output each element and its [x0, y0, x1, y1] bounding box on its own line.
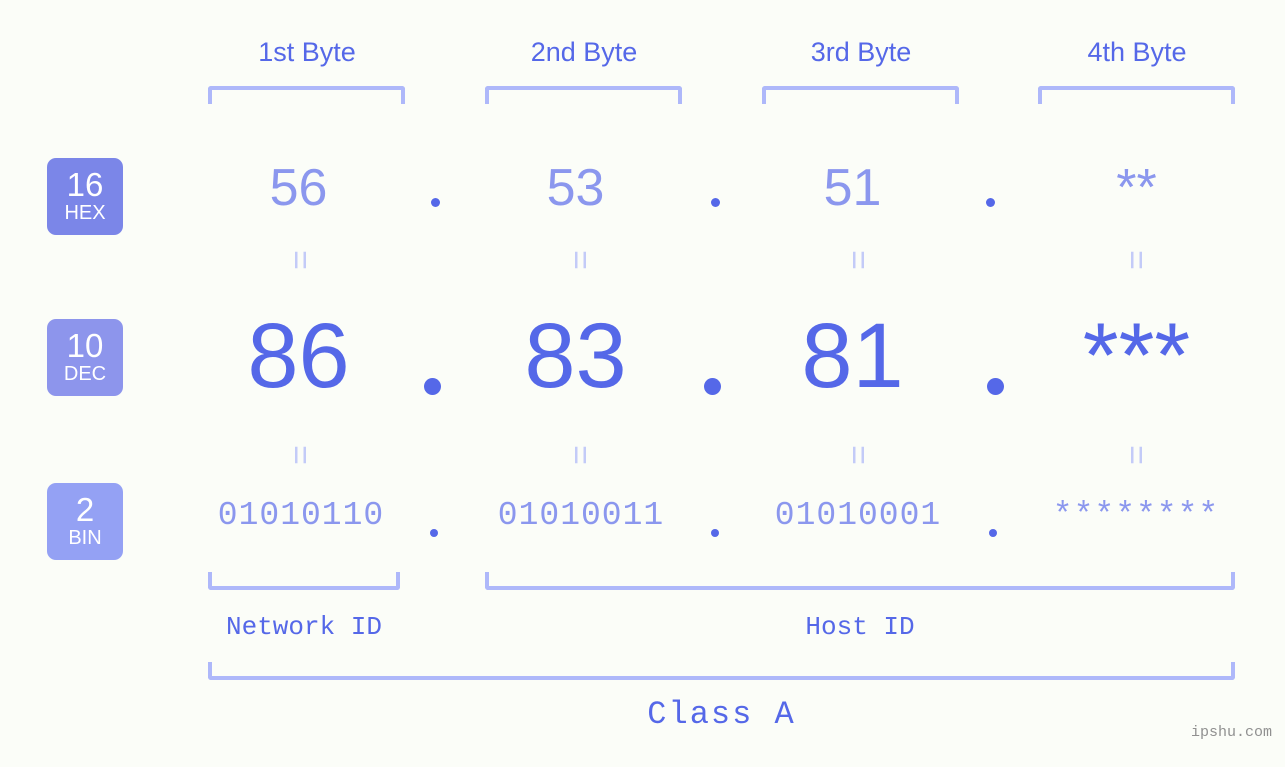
site-watermark: ipshu.com	[1190, 724, 1272, 741]
bin-byte-3: 01010001	[774, 497, 942, 534]
equals-mark-dec-bin-2: =	[560, 445, 599, 465]
byte-bracket-top-3	[762, 86, 959, 104]
base-badge-hex-number: 16	[66, 165, 104, 203]
base-badge-bin: 2 BIN	[47, 483, 123, 560]
equals-mark-hex-dec-1: =	[280, 250, 319, 270]
byte-bracket-top-4	[1038, 86, 1235, 104]
dec-separator-1	[424, 378, 441, 395]
equals-mark-hex-dec-3: =	[838, 250, 877, 270]
dec-byte-3: 81	[801, 305, 904, 407]
host-id-bracket	[485, 572, 1235, 590]
bin-separator-2	[711, 529, 719, 537]
equals-mark-hex-dec-4: =	[1116, 250, 1155, 270]
dec-byte-2: 83	[524, 305, 627, 407]
bin-separator-3	[989, 529, 997, 537]
hex-separator-3	[986, 198, 995, 207]
dec-byte-1: 86	[247, 305, 350, 407]
hex-byte-3: 51	[823, 159, 882, 217]
base-badge-hex-abbr: HEX	[64, 201, 106, 224]
bin-byte-1: 01010110	[217, 497, 385, 534]
byte-column-label-2: 2nd Byte	[530, 37, 638, 67]
hex-separator-2	[711, 198, 720, 207]
dec-separator-3	[987, 378, 1004, 395]
byte-bracket-top-1	[208, 86, 405, 104]
base-badge-bin-abbr: BIN	[68, 526, 102, 549]
dec-separator-2	[704, 378, 721, 395]
bin-byte-4: ********	[1052, 497, 1220, 534]
base-badge-dec-abbr: DEC	[63, 362, 107, 385]
base-badge-bin-number: 2	[75, 490, 95, 528]
equals-mark-dec-bin-1: =	[280, 445, 319, 465]
hex-byte-2: 53	[546, 159, 605, 217]
base-badge-hex: 16 HEX	[47, 158, 123, 235]
equals-mark-hex-dec-2: =	[560, 250, 599, 270]
equals-mark-dec-bin-4: =	[1116, 445, 1155, 465]
bin-byte-2: 01010011	[497, 497, 665, 534]
hex-separator-1	[431, 198, 440, 207]
class-bracket	[208, 662, 1235, 680]
class-label: Class A	[647, 696, 796, 733]
hex-byte-4: **	[1116, 159, 1157, 217]
hex-byte-1: 56	[269, 159, 328, 217]
ip-breakdown-diagram: 1st Byte 2nd Byte 3rd Byte 4th Byte 16 H…	[0, 0, 1285, 767]
dec-byte-4: ***	[1082, 305, 1191, 407]
byte-column-label-3: 3rd Byte	[810, 37, 912, 67]
equals-mark-dec-bin-3: =	[838, 445, 877, 465]
byte-bracket-top-2	[485, 86, 682, 104]
base-badge-dec: 10 DEC	[47, 319, 123, 396]
bin-separator-1	[430, 529, 438, 537]
network-id-label: Network ID	[225, 612, 383, 642]
network-id-bracket	[208, 572, 400, 590]
byte-column-label-4: 4th Byte	[1087, 37, 1187, 67]
host-id-label: Host ID	[805, 612, 915, 642]
base-badge-dec-number: 10	[66, 326, 104, 364]
byte-column-label-1: 1st Byte	[258, 37, 356, 67]
